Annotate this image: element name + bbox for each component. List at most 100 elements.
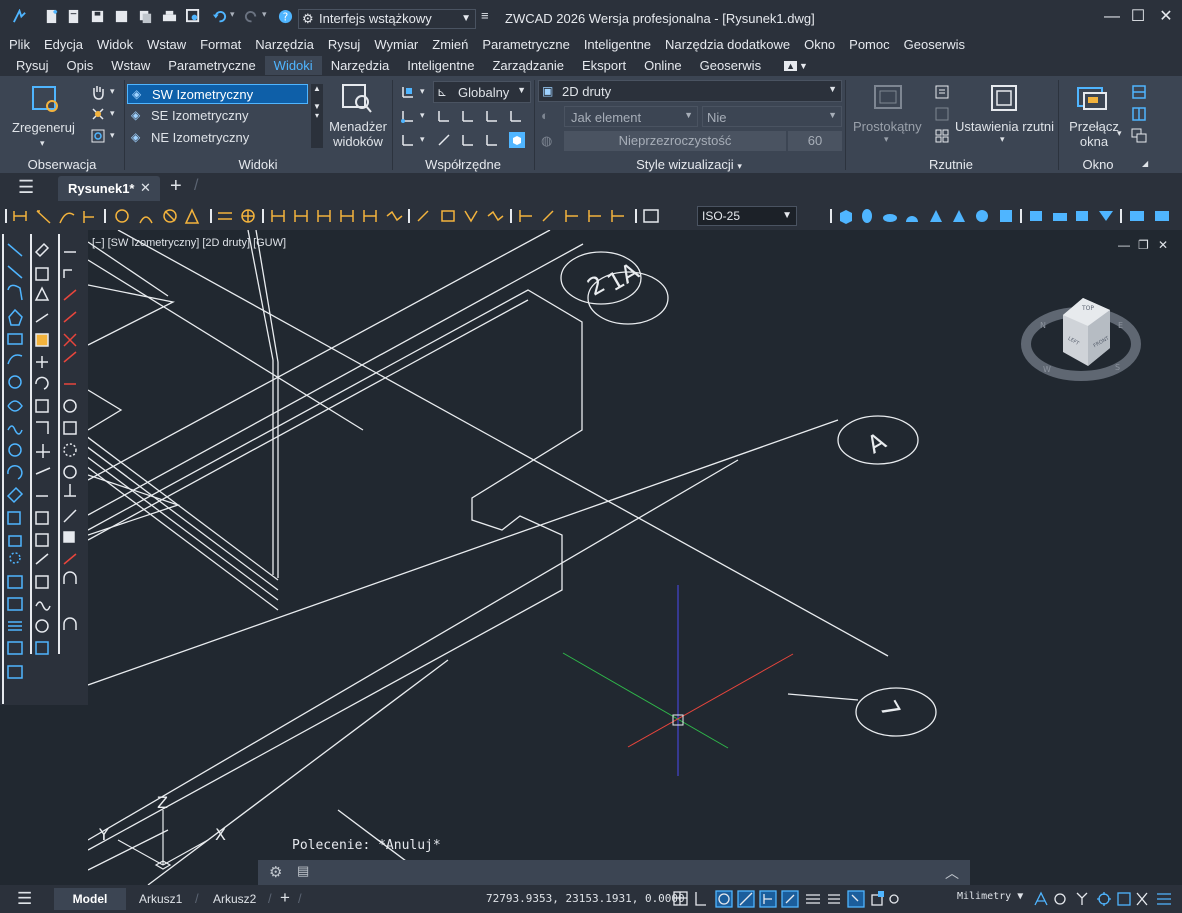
tab-wstaw[interactable]: Wstaw xyxy=(102,56,159,75)
ucs-face-icon[interactable] xyxy=(460,132,476,148)
layout-tab-arkusz1[interactable]: Arkusz1 xyxy=(139,892,182,906)
menu-geoserwis[interactable]: Geoserwis xyxy=(904,37,965,52)
view-item-se[interactable]: ◈ SE Izometryczny xyxy=(127,106,308,126)
menu-rysuj[interactable]: Rysuj xyxy=(328,37,361,52)
views-scrollbar[interactable]: ▲ ▼ ▾ xyxy=(311,84,323,148)
opacity-value-field[interactable]: 60 xyxy=(788,131,842,151)
menu-edycja[interactable]: Edycja xyxy=(44,37,83,52)
ucs-origin-icon[interactable] xyxy=(400,108,416,124)
tile-horizontal-icon[interactable] xyxy=(1131,84,1147,100)
ucs-world-cube-icon[interactable] xyxy=(508,131,526,149)
menu-widok[interactable]: Widok xyxy=(97,37,133,52)
save-icon[interactable] xyxy=(90,9,105,24)
ucs-origin-dropdown-icon[interactable]: ▾ xyxy=(420,110,425,121)
pan-hand-icon[interactable] xyxy=(90,84,106,100)
viewport-controls-label[interactable]: [−] [SW Izometryczny] [2D druty] [GUW] xyxy=(92,237,286,249)
ucs-dropdown-icon[interactable]: ▾ xyxy=(420,86,425,97)
ucs-select[interactable]: ⊾ Globalny ▼ xyxy=(433,81,531,103)
ucs-z-icon[interactable] xyxy=(484,108,500,124)
new-file-icon[interactable] xyxy=(44,9,59,24)
tab-parametryczne[interactable]: Parametryczne xyxy=(159,56,264,75)
close-tab-icon[interactable]: ✕ xyxy=(140,180,151,196)
viewcube[interactable]: TOP LEFT FRONT N E W S xyxy=(1021,298,1141,381)
visual-styles-panel-label[interactable]: Style wizualizacji ▾ xyxy=(534,157,844,172)
layout-menu-icon[interactable]: ☰ xyxy=(17,889,32,909)
gear-icon[interactable]: ⚙ xyxy=(269,863,282,881)
ucs-3point-dropdown-icon[interactable]: ▾ xyxy=(420,134,425,145)
layout-tab-model[interactable]: Model xyxy=(54,888,126,910)
cascade-icon[interactable] xyxy=(1131,128,1147,144)
menu-wymiar[interactable]: Wymiar xyxy=(374,37,418,52)
command-input-bar[interactable]: ⚙ ▤ ︿ xyxy=(258,860,970,885)
tab-inteligentne[interactable]: Inteligentne xyxy=(398,56,483,75)
undo-icon[interactable] xyxy=(212,9,227,24)
menu-okno[interactable]: Okno xyxy=(804,37,835,52)
workspace-select[interactable]: ⚙ Interfejs wstążkowy ▼ xyxy=(298,9,476,29)
ribbon-options-icon[interactable]: ▼ xyxy=(797,61,810,71)
hamburger-menu-icon[interactable]: ☰ xyxy=(18,177,34,198)
visual-style-select[interactable]: ▣ 2D druty ▼ xyxy=(538,80,842,102)
view-manager-icon[interactable] xyxy=(340,82,374,116)
left-tool-icons[interactable] xyxy=(0,230,88,705)
viewport-minimize-icon[interactable]: — xyxy=(1118,238,1130,252)
redo-icon[interactable] xyxy=(244,9,259,24)
redo-dropdown-icon[interactable]: ▾ xyxy=(262,9,267,20)
ucs-object-icon[interactable] xyxy=(436,132,452,148)
opacity-slider[interactable]: Nieprzezroczystość xyxy=(564,131,786,151)
new-tab-icon[interactable]: + xyxy=(170,175,182,198)
panel-expand-icon[interactable]: ◢ xyxy=(1142,159,1148,168)
viewport-settings-label[interactable]: Ustawienia rzutni xyxy=(955,119,1054,134)
rect-viewport-dropdown-icon[interactable]: ▾ xyxy=(884,134,889,145)
menu-pomoc[interactable]: Pomoc xyxy=(849,37,889,52)
view-manager-button[interactable]: Menadżer widoków xyxy=(328,119,388,149)
preview-icon[interactable] xyxy=(186,9,201,24)
viewport-settings-dropdown-icon[interactable]: ▾ xyxy=(1000,134,1005,145)
copy-icon[interactable] xyxy=(138,9,153,24)
customize-qa-icon[interactable]: ≡ xyxy=(481,8,489,23)
viewport-restore-icon[interactable]: ❐ xyxy=(1138,238,1149,252)
orbit-icon[interactable] xyxy=(90,106,106,122)
menu-plik[interactable]: Plik xyxy=(9,37,30,52)
open-file-icon[interactable] xyxy=(66,9,81,24)
tab-eksport[interactable]: Eksport xyxy=(573,56,635,75)
menu-zmien[interactable]: Zmień xyxy=(432,37,468,52)
help-icon[interactable]: ? xyxy=(278,9,293,24)
ucs-view-icon[interactable] xyxy=(508,108,524,124)
tile-vertical-icon[interactable] xyxy=(1131,106,1147,122)
add-layout-icon[interactable]: + xyxy=(280,888,290,908)
tab-rysuj[interactable]: Rysuj xyxy=(7,56,58,75)
layout-tab-arkusz2[interactable]: Arkusz2 xyxy=(213,892,256,906)
ucs-3point-icon[interactable] xyxy=(400,132,416,148)
view-item-ne[interactable]: ◈ NE Izometryczny xyxy=(127,128,308,148)
save-as-icon[interactable] xyxy=(114,9,129,24)
zoom-dropdown-icon[interactable]: ▾ xyxy=(110,130,115,141)
switch-windows-icon[interactable] xyxy=(1076,84,1108,112)
tab-narzedzia[interactable]: Narzędzia xyxy=(322,56,399,75)
menu-narzedzia[interactable]: Narzędzia xyxy=(255,37,314,52)
ucs-x-icon[interactable] xyxy=(436,108,452,124)
status-right-icons[interactable] xyxy=(1032,889,1182,909)
tab-geoserwis[interactable]: Geoserwis xyxy=(691,56,770,75)
undo-dropdown-icon[interactable]: ▾ xyxy=(230,9,235,20)
regen-label[interactable]: Zregeneruj xyxy=(12,120,75,135)
rectangular-viewport-icon[interactable] xyxy=(873,84,903,112)
switch-windows-button[interactable]: Przełącz okna xyxy=(1066,119,1122,149)
menu-parametryczne[interactable]: Parametryczne xyxy=(482,37,569,52)
view-item-sw[interactable]: ◈ SW Izometryczny xyxy=(127,84,308,104)
units-select[interactable]: Milimetry ▼ xyxy=(957,891,1023,902)
maximize-button[interactable]: ☐ xyxy=(1124,6,1152,28)
face-style-select[interactable]: Jak element ▼ xyxy=(564,106,698,127)
tab-online[interactable]: Online xyxy=(635,56,691,75)
switch-windows-dropdown-icon[interactable]: ▾ xyxy=(1117,128,1122,139)
drawing-canvas[interactable]: 2 1A A 7 Z Y X TOP LEFT FRONT N E W S — … xyxy=(88,230,1182,885)
rect-viewport-label[interactable]: Prostokątny xyxy=(853,119,922,134)
viewport-clip-icon[interactable] xyxy=(934,106,950,122)
menu-format[interactable]: Format xyxy=(200,37,241,52)
tab-zarzadzanie[interactable]: Zarządzanie xyxy=(483,56,573,75)
drafting-toggles[interactable] xyxy=(672,889,962,909)
ucs-y-icon[interactable] xyxy=(460,108,476,124)
regenerate-icon[interactable] xyxy=(30,84,60,114)
viewport-join-icon[interactable] xyxy=(934,128,950,144)
orbit-dropdown-icon[interactable]: ▾ xyxy=(110,108,115,119)
edge-style-select[interactable]: Nie ▼ xyxy=(702,106,842,127)
